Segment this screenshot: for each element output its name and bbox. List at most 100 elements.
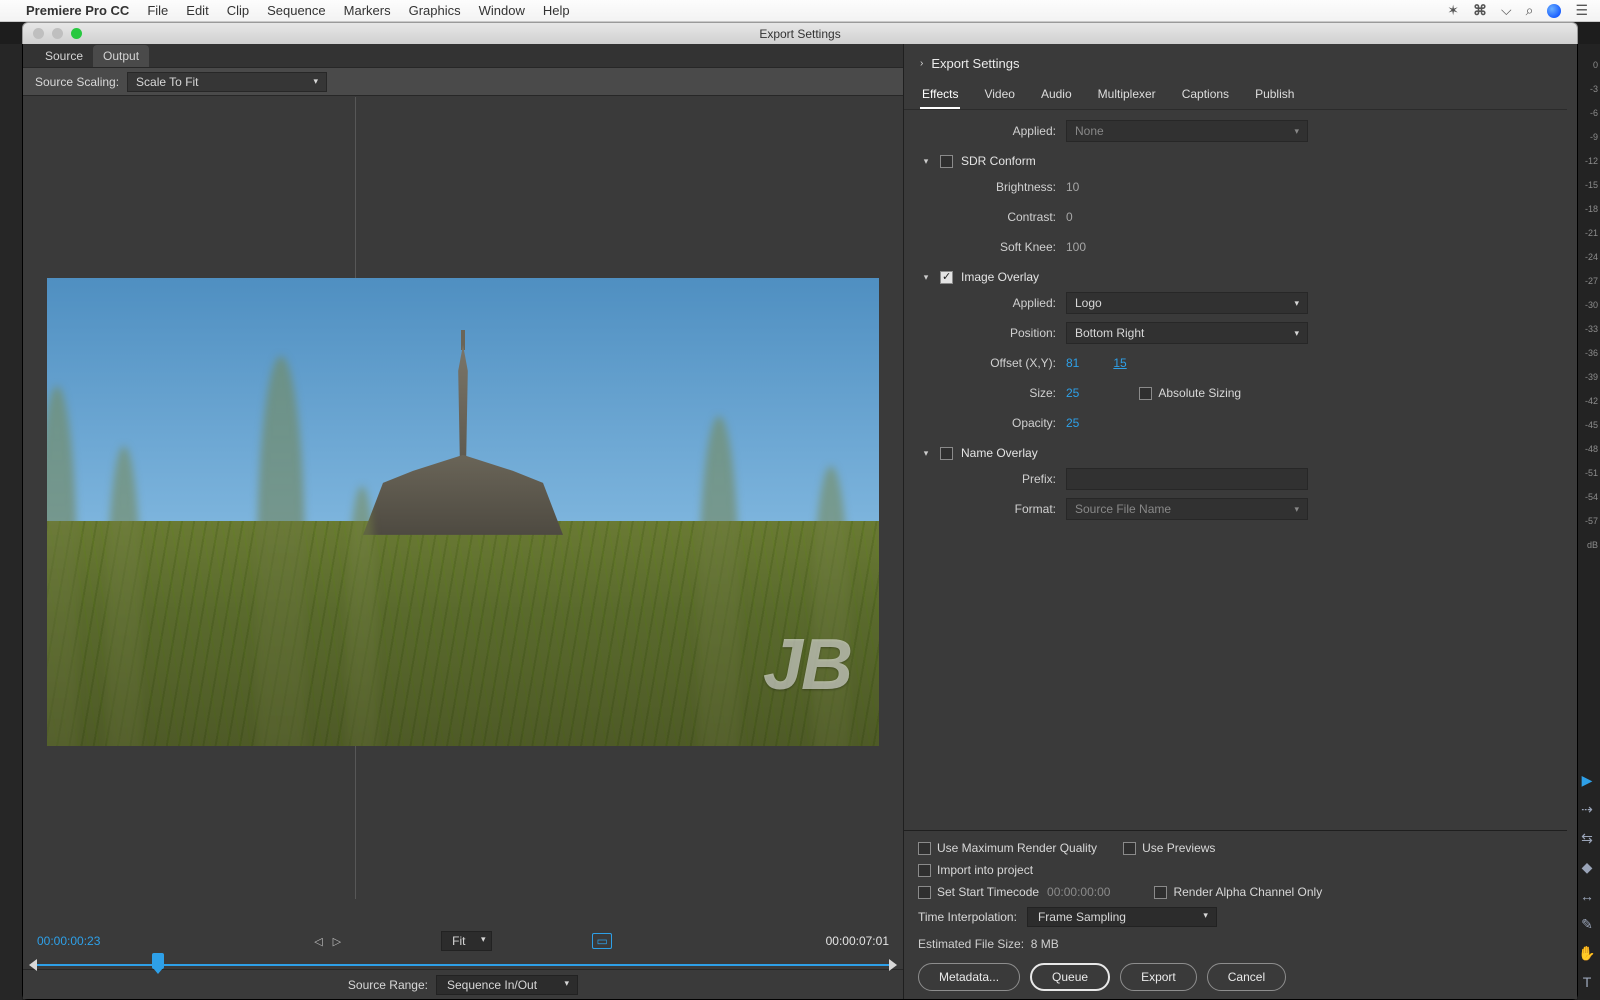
source-scaling-dropdown[interactable]: Scale To Fit ▾ bbox=[127, 72, 327, 92]
start-timecode-label: Set Start Timecode bbox=[937, 885, 1039, 899]
zoom-fit-dropdown[interactable]: Fit ▾ bbox=[441, 931, 492, 951]
menu-clip[interactable]: Clip bbox=[227, 3, 249, 18]
chevron-down-icon: ▾ bbox=[920, 448, 932, 459]
aspect-ratio-icon[interactable]: ▭ bbox=[592, 933, 611, 949]
imgov-opacity-value[interactable]: 25 bbox=[1066, 416, 1079, 430]
checkbox-image-overlay[interactable] bbox=[940, 271, 953, 284]
imgov-position-label: Position: bbox=[948, 326, 1056, 340]
source-range-dropdown[interactable]: Sequence In/Out ▾ bbox=[436, 975, 578, 995]
metadata-button[interactable]: Metadata... bbox=[918, 963, 1020, 991]
imgov-size-value[interactable]: 25 bbox=[1066, 386, 1079, 400]
queue-button[interactable]: Queue bbox=[1030, 963, 1110, 991]
user-icon[interactable] bbox=[1547, 4, 1561, 18]
brightness-value[interactable]: 10 bbox=[1066, 180, 1079, 194]
time-interp-dropdown[interactable]: Frame Sampling ▾ bbox=[1027, 907, 1217, 927]
zoom-fit-label: Fit bbox=[452, 934, 465, 948]
tab-publish[interactable]: Publish bbox=[1253, 83, 1296, 109]
wifi-icon[interactable]: ⌵ bbox=[1501, 2, 1512, 19]
out-point-handle[interactable] bbox=[889, 959, 897, 971]
cancel-button[interactable]: Cancel bbox=[1207, 963, 1286, 991]
imgov-position-dropdown[interactable]: Bottom Right▾ bbox=[1066, 322, 1308, 344]
rate-stretch-icon[interactable]: ⇆ bbox=[1581, 830, 1593, 847]
preview-column: Source Output Source Scaling: Scale To F… bbox=[23, 44, 903, 999]
menu-graphics[interactable]: Graphics bbox=[409, 3, 461, 18]
playhead[interactable] bbox=[152, 953, 164, 969]
estimated-size-label: Estimated File Size: bbox=[918, 937, 1024, 951]
checkbox-max-render-quality[interactable] bbox=[918, 842, 931, 855]
hand-tool-icon[interactable]: ✋ bbox=[1578, 945, 1595, 962]
imgov-applied-dropdown[interactable]: Logo▾ bbox=[1066, 292, 1308, 314]
checkbox-sdr-conform[interactable] bbox=[940, 155, 953, 168]
mac-menubar: Premiere Pro CC File Edit Clip Sequence … bbox=[0, 0, 1600, 22]
slip-tool-icon[interactable]: ↔ bbox=[1580, 888, 1594, 904]
plugin-icon[interactable]: ✶ bbox=[1447, 2, 1459, 19]
use-previews-label: Use Previews bbox=[1142, 841, 1215, 855]
menu-file[interactable]: File bbox=[147, 3, 168, 18]
applied-dropdown-none[interactable]: None ▾ bbox=[1066, 120, 1308, 142]
prev-frame-icon[interactable]: ◁ bbox=[314, 935, 322, 948]
brightness-label: Brightness: bbox=[948, 180, 1056, 194]
settings-column: › Export Settings Effects Video Audio Mu… bbox=[903, 44, 1577, 999]
minimize-window-icon[interactable] bbox=[52, 28, 63, 39]
contrast-value[interactable]: 0 bbox=[1066, 210, 1073, 224]
nameov-format-label: Format: bbox=[948, 502, 1056, 516]
window-title: Export Settings bbox=[23, 27, 1577, 41]
settings-scroll: Applied: None ▾ ▾ SDR Conform Brightness… bbox=[904, 110, 1567, 830]
nameov-prefix-input[interactable] bbox=[1066, 468, 1308, 490]
export-settings-header[interactable]: › Export Settings bbox=[904, 44, 1567, 79]
tab-captions[interactable]: Captions bbox=[1180, 83, 1231, 109]
nameov-format-value: Source File Name bbox=[1075, 502, 1171, 516]
imgov-applied-label: Applied: bbox=[948, 296, 1056, 310]
tab-multiplexer[interactable]: Multiplexer bbox=[1096, 83, 1158, 109]
menu-help[interactable]: Help bbox=[543, 3, 570, 18]
zoom-window-icon[interactable] bbox=[71, 28, 82, 39]
next-frame-icon[interactable]: ▷ bbox=[333, 935, 341, 948]
imgov-size-label: Size: bbox=[948, 386, 1056, 400]
section-sdr-conform[interactable]: ▾ SDR Conform bbox=[920, 146, 1563, 172]
menu-edit[interactable]: Edit bbox=[186, 3, 208, 18]
app-name[interactable]: Premiere Pro CC bbox=[26, 3, 129, 18]
source-scaling-value: Scale To Fit bbox=[136, 75, 198, 89]
preview-fg-grass bbox=[257, 356, 305, 746]
checkbox-use-previews[interactable] bbox=[1123, 842, 1136, 855]
section-name-overlay[interactable]: ▾ Name Overlay bbox=[920, 438, 1563, 464]
selection-tool-icon[interactable]: ▶ bbox=[1582, 772, 1593, 789]
imgov-offset-x[interactable]: 81 bbox=[1066, 356, 1079, 370]
preview-frame[interactable]: JB bbox=[47, 278, 879, 746]
checkbox-absolute-sizing[interactable] bbox=[1139, 387, 1152, 400]
checkbox-import-project[interactable] bbox=[918, 864, 931, 877]
imgov-offset-y[interactable]: 15 bbox=[1113, 356, 1126, 370]
ripple-tool-icon[interactable]: ⇢ bbox=[1581, 801, 1593, 818]
estimated-size-value: 8 MB bbox=[1031, 937, 1059, 951]
in-point-handle[interactable] bbox=[29, 959, 37, 971]
checkbox-name-overlay[interactable] bbox=[940, 447, 953, 460]
creative-cloud-icon[interactable]: ⌘ bbox=[1473, 2, 1487, 19]
nameov-format-dropdown[interactable]: Source File Name▾ bbox=[1066, 498, 1308, 520]
tab-video[interactable]: Video bbox=[982, 83, 1016, 109]
razor-tool-icon[interactable]: ◆ bbox=[1582, 859, 1593, 876]
spotlight-icon[interactable]: ⌕ bbox=[1526, 2, 1534, 19]
menu-list-icon[interactable]: ☰ bbox=[1575, 2, 1588, 19]
applied-value-none: None bbox=[1075, 124, 1104, 138]
timeline-track[interactable] bbox=[37, 957, 889, 973]
checkbox-start-timecode[interactable] bbox=[918, 886, 931, 899]
close-window-icon[interactable] bbox=[33, 28, 44, 39]
section-image-overlay[interactable]: ▾ Image Overlay bbox=[920, 262, 1563, 288]
timecode-in[interactable]: 00:00:00:23 bbox=[37, 934, 100, 948]
tab-effects[interactable]: Effects bbox=[920, 83, 960, 109]
menu-window[interactable]: Window bbox=[479, 3, 525, 18]
timecode-out[interactable]: 00:00:07:01 bbox=[826, 934, 889, 948]
tab-audio[interactable]: Audio bbox=[1039, 83, 1074, 109]
tab-output[interactable]: Output bbox=[93, 45, 149, 67]
export-button[interactable]: Export bbox=[1120, 963, 1197, 991]
type-tool-icon[interactable]: T bbox=[1583, 974, 1592, 990]
checkbox-render-alpha[interactable] bbox=[1154, 886, 1167, 899]
chevron-down-icon: ▾ bbox=[920, 272, 932, 283]
pen-tool-icon[interactable]: ✎ bbox=[1581, 916, 1593, 933]
menu-markers[interactable]: Markers bbox=[344, 3, 391, 18]
tab-source[interactable]: Source bbox=[35, 45, 93, 67]
menu-sequence[interactable]: Sequence bbox=[267, 3, 326, 18]
chevron-down-icon: ▾ bbox=[565, 978, 570, 989]
softknee-value[interactable]: 100 bbox=[1066, 240, 1086, 254]
export-settings-title: Export Settings bbox=[931, 56, 1019, 71]
